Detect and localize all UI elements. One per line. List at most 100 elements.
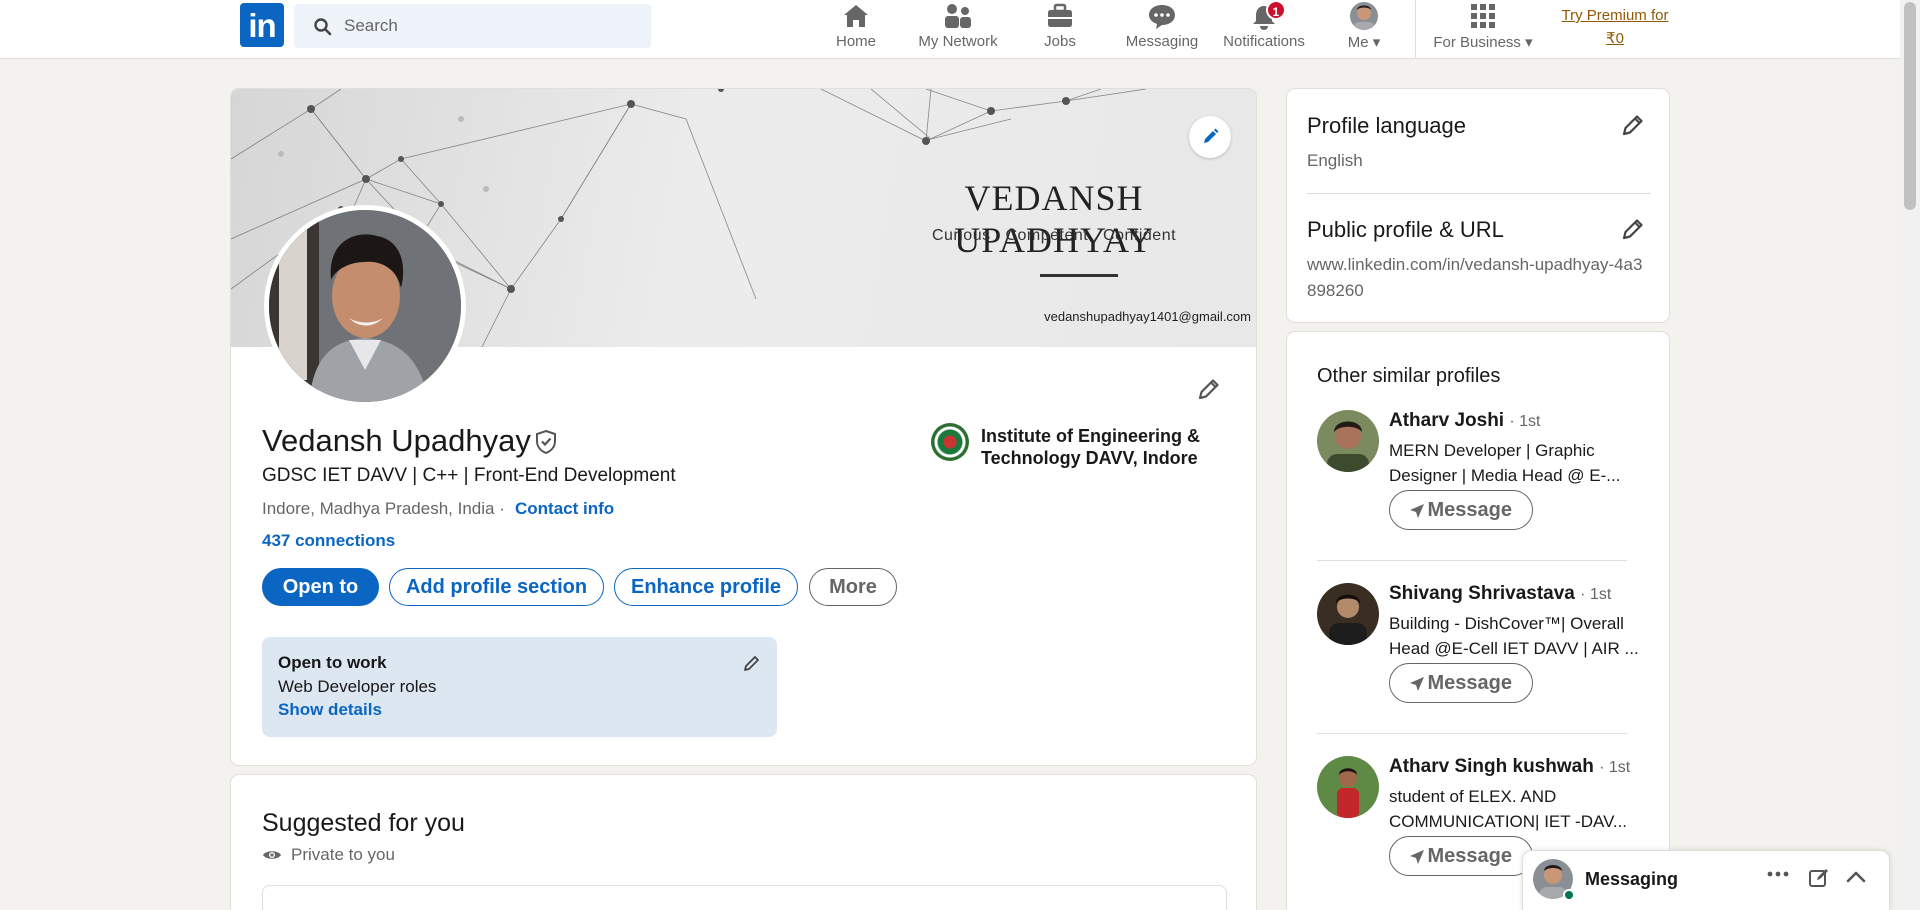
page-scrollbar[interactable] [1900,0,1920,910]
nav-notifications-label: Notifications [1223,33,1305,50]
briefcase-icon [1048,3,1072,27]
try-premium-link[interactable]: Try Premium for ₹0 [1552,4,1678,50]
edit-language-pencil-icon[interactable] [1619,111,1647,139]
send-icon [1410,677,1424,691]
profile-language-value: English [1307,151,1363,170]
open-to-work-box: Open to work Web Developer roles Show de… [262,637,777,737]
similar-profiles-card: Other similar profiles Atharv Joshi · 1s… [1286,331,1670,910]
avatar [1317,756,1379,818]
open-to-work-title: Open to work [278,653,387,672]
top-navigation: in Home My Network Jobs Messagi [0,0,1920,59]
connection-degree: · 1st [1580,586,1612,603]
show-details-link[interactable]: Show details [278,700,382,720]
similar-profile-headline: MERN Developer | Graphic Designer | Medi… [1389,441,1621,485]
search-icon [314,18,332,36]
nav-messaging[interactable]: Messaging [1120,0,1204,58]
similar-profile-item[interactable]: Shivang Shrivastava · 1st Building - Dis… [1317,575,1647,745]
banner-divider [1040,274,1118,277]
chevron-down-icon: ▾ [1525,34,1533,51]
message-button[interactable]: Message [1389,490,1533,530]
settings-divider [1307,193,1651,194]
verification-shield-icon[interactable] [534,429,558,455]
education-name[interactable]: Institute of Engineering & Technology DA… [981,425,1211,469]
message-button[interactable]: Message [1389,663,1533,703]
notification-badge: 1 [1265,0,1286,20]
connection-degree: · 1st [1599,759,1631,776]
suggested-title: Suggested for you [262,809,465,837]
chevron-up-icon[interactable] [1845,869,1867,885]
connections-link[interactable]: 437 connections [262,531,395,551]
profile-location: Indore, Madhya Pradesh, India · [262,499,505,518]
nav-me[interactable]: Me ▾ [1334,0,1394,58]
edit-open-to-work-pencil-icon[interactable] [742,653,762,673]
similar-profile-name[interactable]: Atharv Singh kushwah · 1st [1389,756,1630,778]
edit-url-pencil-icon[interactable] [1619,215,1647,243]
contact-info-link[interactable]: Contact info [515,499,614,519]
list-divider [1317,733,1627,734]
profile-photo[interactable] [264,205,466,407]
me-avatar [1350,2,1378,30]
profile-settings-card: Profile language English Public profile … [1286,88,1670,323]
scrollbar-thumb[interactable] [1904,2,1916,210]
public-profile-title: Public profile & URL [1307,217,1504,242]
chevron-down-icon: ▾ [1372,34,1381,51]
edit-intro-pencil-icon[interactable] [1195,375,1223,403]
more-button[interactable]: More [809,568,897,606]
profile-headline: GDSC IET DAVV | C++ | Front-End Developm… [262,465,676,486]
avatar [1317,410,1379,472]
messaging-label: Messaging [1585,869,1679,889]
nav-jobs[interactable]: Jobs [1030,0,1090,58]
open-to-work-roles: Web Developer roles [278,677,437,696]
similar-profile-name[interactable]: Shivang Shrivastava · 1st [1389,583,1611,605]
open-to-button[interactable]: Open to [262,568,379,606]
banner-email: vedanshupadhyay1401@gmail.com [1044,309,1251,324]
nav-my-network[interactable]: My Network [910,0,1006,58]
nav-for-business[interactable]: For Business ▾ [1428,0,1538,58]
nav-my-network-label: My Network [918,33,998,50]
list-divider [1317,560,1627,561]
connection-degree: · 1st [1509,413,1541,430]
private-label: Private to you [291,845,395,864]
send-icon [1410,504,1424,518]
search-bar[interactable] [294,4,651,48]
send-icon [1410,850,1424,864]
linkedin-logo[interactable]: in [240,3,284,47]
nav-me-label: Me ▾ [1347,34,1381,51]
similar-profile-headline: student of ELEX. AND COMMUNICATION| IET … [1389,787,1628,831]
nav-messaging-label: Messaging [1125,33,1199,50]
profile-photo-image [269,210,461,402]
suggestion-box [262,885,1227,910]
similar-profile-headline: Building - DishCover™| Overall Head @E-C… [1389,614,1639,658]
profile-card: VEDANSH UPADHYAY Curious . Competent . C… [230,88,1257,766]
institute-logo[interactable] [931,423,969,461]
nav-home-label: Home [835,33,876,50]
eye-icon [263,851,281,859]
similar-profile-name[interactable]: Atharv Joshi · 1st [1389,410,1541,432]
search-input[interactable] [344,4,644,48]
nav-for-business-label: For Business ▾ [1433,34,1533,51]
chat-icon [1149,5,1175,29]
similar-profiles-title: Other similar profiles [1317,365,1501,387]
message-button[interactable]: Message [1389,836,1533,876]
banner-name: VEDANSH UPADHYAY [954,178,1154,260]
nav-jobs-label: Jobs [1044,33,1076,50]
avatar [1317,583,1379,645]
online-status-dot [1563,889,1575,901]
add-profile-section-button[interactable]: Add profile section [389,568,604,606]
similar-profile-item[interactable]: Atharv Joshi · 1st MERN Developer | Grap… [1317,402,1647,572]
grid-icon [1471,4,1495,28]
home-icon [844,5,868,27]
public-profile-url: www.linkedin.com/in/vedansh-upadhyay-4a3… [1307,255,1643,300]
pencil-icon [1204,128,1219,143]
profile-name: Vedansh Upadhyay [262,423,531,458]
compose-icon[interactable] [1808,867,1830,889]
nav-notifications[interactable]: 1 Notifications [1218,0,1310,58]
edit-banner-button[interactable] [1189,116,1231,158]
more-options-icon[interactable] [1767,871,1789,877]
profile-language-title: Profile language [1307,113,1467,138]
suggested-card: Suggested for you Private to you [230,774,1257,910]
enhance-profile-button[interactable]: Enhance profile [614,568,798,606]
messaging-overlay[interactable]: Messaging [1522,850,1890,910]
nav-home[interactable]: Home [826,0,886,58]
banner-tagline: Curious . Competent . Confident [931,227,1177,244]
